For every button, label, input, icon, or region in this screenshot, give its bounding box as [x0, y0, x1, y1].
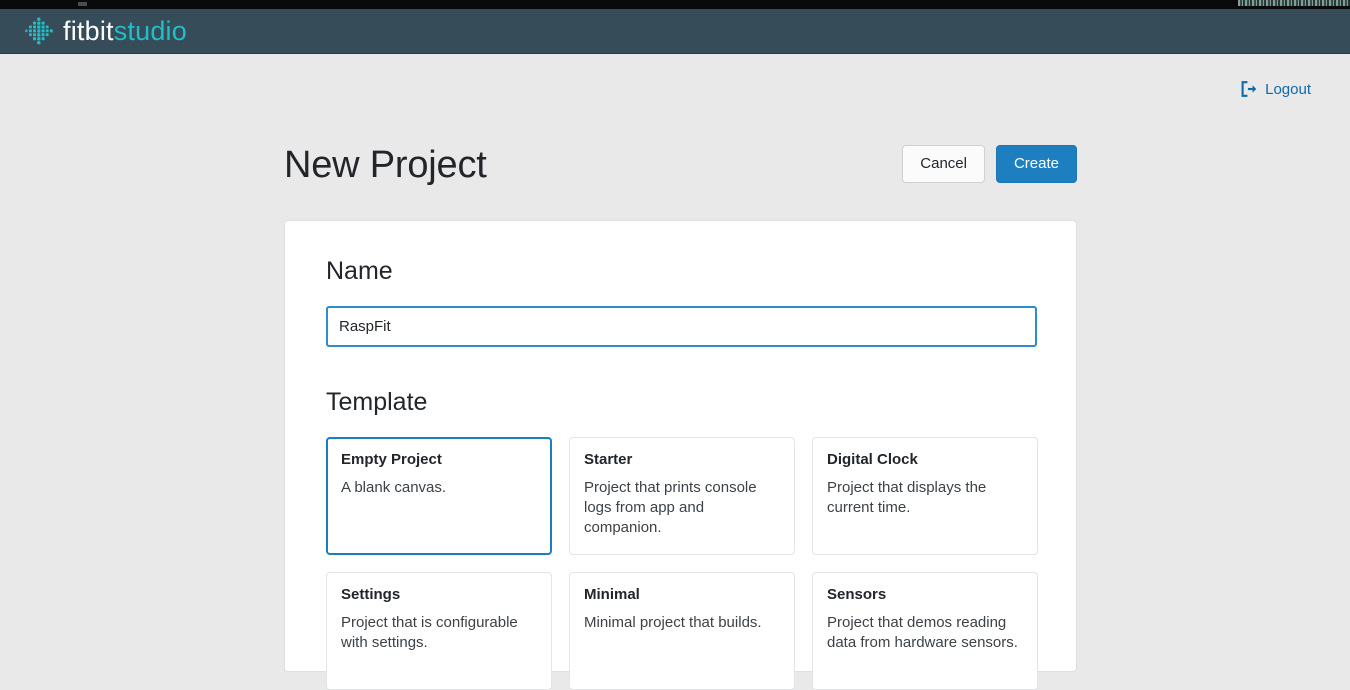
page-header: New Project Cancel Create — [284, 136, 1077, 198]
template-card-description: Project that displays the current time. — [827, 479, 987, 516]
template-card-title: Sensors — [827, 586, 887, 603]
app-header-bar: fitbitstudio — [0, 9, 1350, 54]
template-card-description: Project that demos reading data from har… — [827, 614, 1018, 651]
template-section-label: Template — [326, 388, 428, 416]
template-card-minimal[interactable]: Minimal Minimal project that builds. — [569, 572, 795, 690]
wallpaper-fragment — [1238, 0, 1350, 6]
brand-wordmark: fitbitstudio — [63, 15, 187, 46]
create-button[interactable]: Create — [995, 145, 1077, 183]
template-card-title: Digital Clock — [827, 451, 918, 468]
header-actions: Cancel Create — [902, 145, 1077, 183]
name-section-label: Name — [326, 257, 393, 285]
brand-name-secondary: studio — [113, 15, 187, 46]
template-card-settings[interactable]: Settings Project that is configurable wi… — [326, 572, 552, 690]
desktop-background-strip — [0, 0, 1350, 9]
template-card-empty-project[interactable]: Empty Project A blank canvas. — [326, 437, 552, 555]
template-card-description: A blank canvas. — [341, 479, 447, 496]
cancel-button[interactable]: Cancel — [902, 145, 985, 183]
brand-logo[interactable]: fitbitstudio — [24, 9, 187, 53]
template-card-title: Settings — [341, 586, 401, 603]
page-title: New Project — [284, 144, 487, 186]
brand-name-primary: fitbit — [63, 15, 114, 46]
template-card-starter[interactable]: Starter Project that prints console logs… — [569, 437, 795, 555]
template-card-digital-clock[interactable]: Digital Clock Project that displays the … — [812, 437, 1038, 555]
template-card-sensors[interactable]: Sensors Project that demos reading data … — [812, 572, 1038, 690]
project-name-input[interactable] — [326, 306, 1037, 347]
fitbit-dot-matrix-icon — [24, 16, 54, 46]
account-bar: Logout — [0, 54, 1350, 100]
sign-out-icon — [1240, 80, 1258, 98]
desktop-artifact — [78, 2, 87, 6]
template-card-description: Project that prints console logs from ap… — [584, 479, 757, 536]
template-card-title: Empty Project — [341, 451, 442, 468]
template-card-title: Minimal — [584, 586, 640, 603]
template-card-description: Project that is configurable with settin… — [341, 614, 518, 651]
new-project-panel: Name Template Empty Project A blank canv… — [284, 220, 1077, 690]
template-grid: Empty Project A blank canvas. Starter Pr… — [326, 437, 1038, 690]
template-card-title: Starter — [584, 451, 633, 468]
logout-button[interactable]: Logout — [1240, 80, 1311, 98]
logout-label: Logout — [1265, 80, 1311, 98]
template-card-description: Minimal project that builds. — [584, 614, 762, 631]
